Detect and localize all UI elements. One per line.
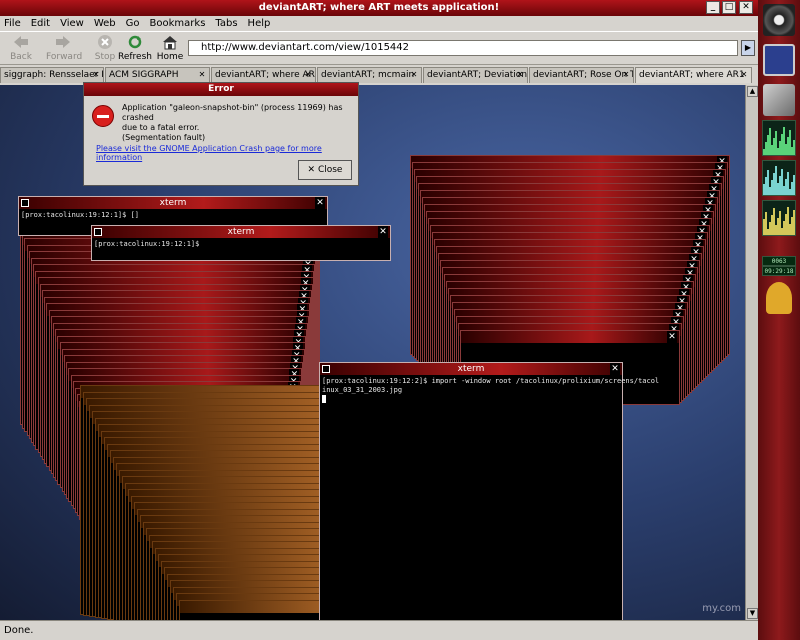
stop-button[interactable]: Stop xyxy=(88,34,122,62)
home-icon xyxy=(163,36,177,50)
cpu-load-graph xyxy=(762,120,796,156)
home-button[interactable]: Home xyxy=(153,34,187,62)
terminal-cursor xyxy=(322,395,326,403)
graph-bar xyxy=(793,210,795,235)
user-icon[interactable] xyxy=(766,282,792,314)
scroll-up-button[interactable]: ▲ xyxy=(747,86,758,97)
menu-edit[interactable]: Edit xyxy=(31,16,50,31)
tab-deviantart-active[interactable]: deviantART; where AR1 ✕ xyxy=(635,67,752,83)
menu-view[interactable]: View xyxy=(60,16,84,31)
refresh-icon xyxy=(128,35,142,49)
menu-bar: File Edit View Web Go Bookmarks Tabs Hel… xyxy=(0,16,758,31)
menu-help[interactable]: Help xyxy=(248,16,271,31)
memory-load-graph xyxy=(762,200,796,236)
error-icon xyxy=(92,105,114,127)
menu-tabs[interactable]: Tabs xyxy=(215,16,237,31)
xterm-window-medium[interactable]: xterm ✕ [prox:tacolinux:19:12:1]$ xyxy=(91,225,391,261)
menu-web[interactable]: Web xyxy=(94,16,116,31)
tab-deviantart-rose[interactable]: deviantART; Rose On T ✕ xyxy=(529,67,634,83)
tab-close-icon[interactable]: ✕ xyxy=(621,70,631,80)
refresh-button[interactable]: Refresh xyxy=(118,34,152,62)
status-text: Done. xyxy=(4,625,34,636)
window-title: deviantART; where ART meets application! xyxy=(258,2,500,13)
tab-deviantart-1[interactable]: deviantART; where AR1 ✕ xyxy=(211,67,316,83)
window-menu-icon[interactable] xyxy=(322,365,330,373)
gnome-panel: 0063 days 09:29:18 xyxy=(758,0,800,640)
close-window-button[interactable]: ✕ xyxy=(739,1,753,14)
xterm-close-icon: ✕ xyxy=(667,331,677,343)
dialog-titlebar[interactable]: Error xyxy=(84,83,358,96)
tab-close-icon[interactable]: ✕ xyxy=(409,70,419,80)
menu-file[interactable]: File xyxy=(4,16,21,31)
window-menu-icon[interactable] xyxy=(21,199,29,207)
xterm-close-icon[interactable]: ✕ xyxy=(315,197,325,209)
close-button[interactable]: ✕ Close xyxy=(298,160,352,180)
tab-close-icon[interactable]: ✕ xyxy=(739,70,749,80)
back-button[interactable]: Back xyxy=(4,34,38,62)
tab-close-icon[interactable]: ✕ xyxy=(197,70,207,80)
error-message: Application "galeon-snapshot-bin" (proce… xyxy=(122,103,343,142)
window-menu-icon[interactable] xyxy=(94,228,102,236)
tab-deviantart-mcmain[interactable]: deviantART; mcmain ✕ xyxy=(317,67,422,83)
network-load-graph xyxy=(762,160,796,196)
status-bar: Done. xyxy=(0,620,758,640)
stop-icon xyxy=(98,35,112,49)
tab-deviantart-deviation[interactable]: deviantART; Deviation ✕ xyxy=(423,67,528,83)
window-titlebar[interactable]: deviantART; where ART meets application!… xyxy=(0,0,758,16)
url-input[interactable]: http://www.deviantart.com/view/1015442 xyxy=(188,40,738,56)
back-arrow-icon xyxy=(14,36,28,48)
vertical-scrollbar[interactable]: ▲ ▼ xyxy=(745,85,758,620)
tab-close-icon[interactable]: ✕ xyxy=(303,70,313,80)
uptime-readout: 0063 days xyxy=(762,256,796,275)
tab-siggraph-rensselaer[interactable]: siggraph: Rensselaer P ✕ xyxy=(0,67,104,83)
terminal-launcher-icon[interactable] xyxy=(763,44,795,76)
terminal-output[interactable]: [prox:tacolinux:19:12:2]$ import -window… xyxy=(320,375,659,408)
watermark-text: my.com xyxy=(702,603,741,614)
tab-close-icon[interactable]: ✕ xyxy=(91,70,101,80)
xterm-window-main[interactable]: xterm ✕ [prox:tacolinux:19:12:2]$ import … xyxy=(319,362,659,620)
clock-readout[interactable]: 09:29:18 xyxy=(762,266,796,276)
tab-acm-siggraph[interactable]: ACM SIGGRAPH ✕ xyxy=(105,67,210,83)
maximize-button[interactable]: □ xyxy=(722,1,736,14)
minimize-button[interactable]: _ xyxy=(706,1,720,14)
xterm-close-icon[interactable]: ✕ xyxy=(610,363,620,375)
forward-arrow-icon xyxy=(56,36,70,48)
go-button[interactable]: ▶ xyxy=(741,40,755,56)
xterm-ghost-titlebar: ✕ xyxy=(461,331,679,343)
graph-bar xyxy=(793,175,795,195)
browser-window: deviantART; where ART meets application!… xyxy=(0,0,758,640)
menu-bookmarks[interactable]: Bookmarks xyxy=(150,16,206,31)
error-dialog[interactable]: Error Application "galeon-snapshot-bin" … xyxy=(83,82,359,186)
tab-close-icon[interactable]: ✕ xyxy=(515,70,525,80)
forward-button[interactable]: Forward xyxy=(46,34,82,62)
scroll-down-button[interactable]: ▼ xyxy=(747,608,758,619)
close-x-icon: ✕ xyxy=(307,165,316,175)
menu-go[interactable]: Go xyxy=(126,16,140,31)
graph-bar xyxy=(793,140,795,155)
browser-launcher-icon[interactable] xyxy=(763,84,795,116)
xterm-close-icon[interactable]: ✕ xyxy=(378,226,388,238)
gnome-foot-icon[interactable] xyxy=(763,4,795,36)
